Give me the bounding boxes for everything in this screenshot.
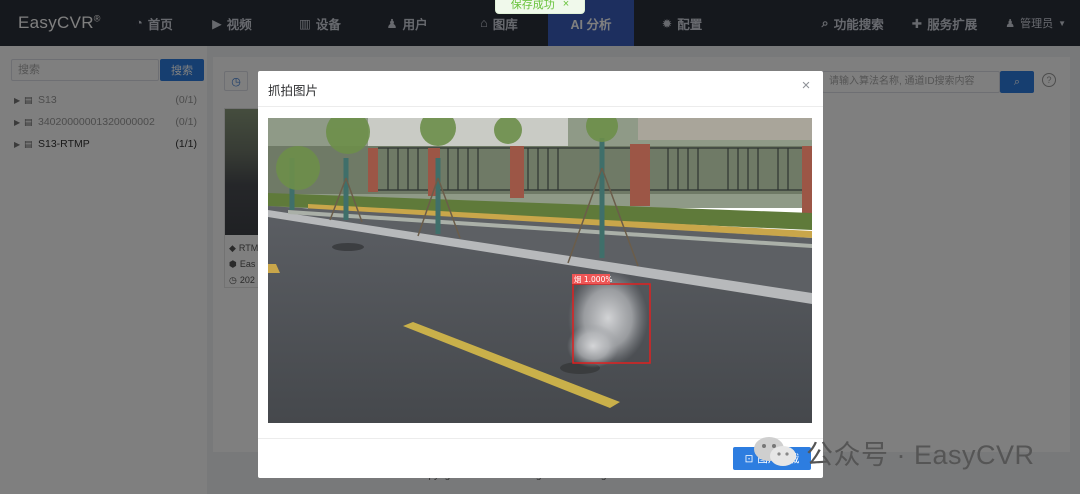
snapshot-dialog: 抓拍图片 × 烟 1.000% ⊡ xyxy=(258,71,823,478)
detection-label: 烟 1.000% xyxy=(574,275,612,284)
divider xyxy=(258,106,823,107)
divider xyxy=(258,438,823,439)
street-scene-image: 烟 1.000% xyxy=(268,118,812,423)
wechat-watermark: 公众号 · EasyCVR xyxy=(752,431,1035,473)
wechat-icon xyxy=(752,435,798,469)
close-icon[interactable]: × xyxy=(563,0,569,10)
dialog-title: 抓拍图片 xyxy=(268,84,319,98)
success-toast: 保存成功 × xyxy=(495,0,585,14)
close-icon[interactable]: × xyxy=(798,78,814,94)
snapshot-image: 烟 1.000% xyxy=(268,118,812,423)
